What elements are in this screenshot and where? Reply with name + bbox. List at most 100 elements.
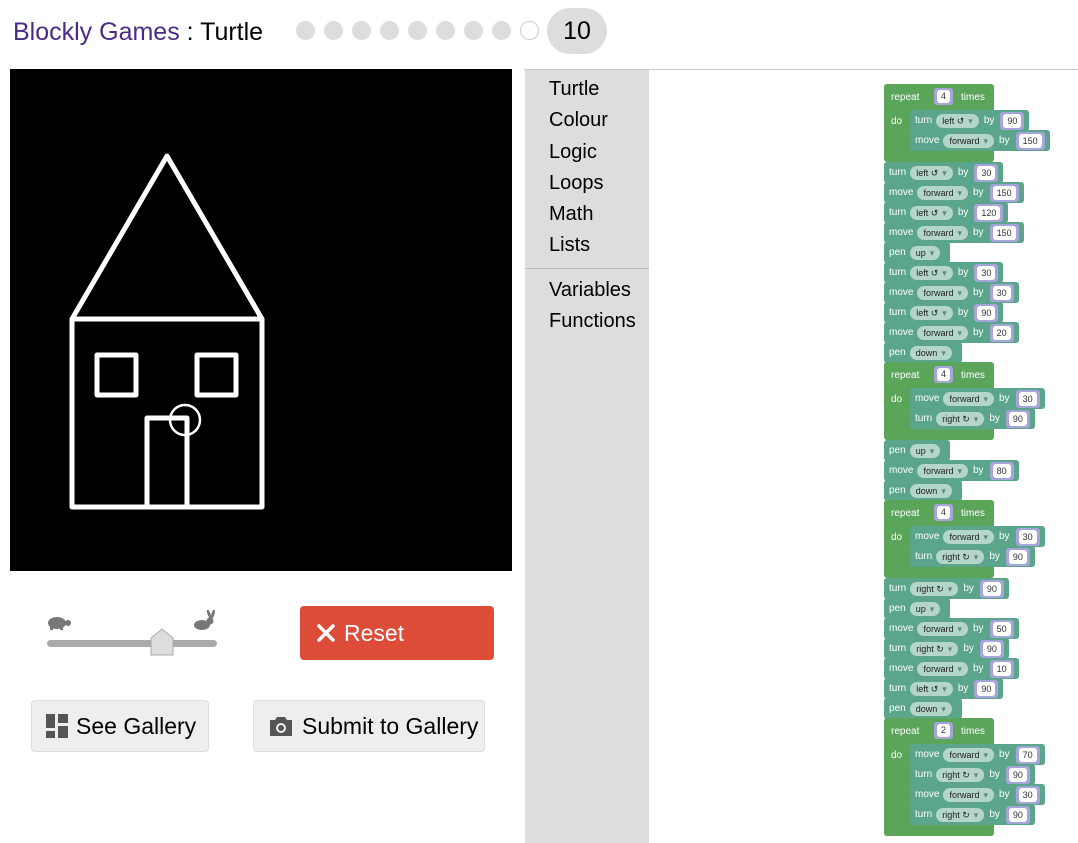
level-dot[interactable] xyxy=(296,21,315,40)
repeat-count-input[interactable]: 4 xyxy=(934,504,954,521)
number-input[interactable]: 120 xyxy=(974,203,1004,222)
toolbox-category-math[interactable]: Math xyxy=(549,203,593,226)
move-block[interactable]: move forward ▾ by 150 xyxy=(884,182,1024,203)
turn-block[interactable]: turn right ↻ ▾ by 90 xyxy=(910,804,1035,825)
level-dot[interactable] xyxy=(436,21,455,40)
number-input[interactable]: 70 xyxy=(1015,745,1040,764)
move-block[interactable]: move forward ▾ by 70 xyxy=(910,744,1045,765)
turn-block[interactable]: turn right ↻ ▾ by 90 xyxy=(910,546,1035,567)
direction-dropdown[interactable]: forward ▾ xyxy=(943,529,994,544)
direction-dropdown[interactable]: left ↺ ▾ xyxy=(936,113,979,128)
toolbox-category-variables[interactable]: Variables xyxy=(549,279,631,302)
direction-dropdown[interactable]: left ↺ ▾ xyxy=(910,265,953,280)
direction-dropdown[interactable]: right ↻ ▾ xyxy=(910,581,959,596)
level-dot[interactable] xyxy=(380,21,399,40)
number-input[interactable]: 90 xyxy=(974,303,999,322)
pen-dropdown[interactable]: down ▾ xyxy=(909,483,952,498)
number-input[interactable]: 150 xyxy=(989,223,1019,242)
pen-block[interactable]: pen down ▾ xyxy=(884,480,962,501)
number-input[interactable]: 10 xyxy=(989,659,1014,678)
number-input[interactable]: 30 xyxy=(1015,389,1040,408)
toolbox-category-functions[interactable]: Functions xyxy=(549,310,636,333)
turn-block[interactable]: turn left ↺ ▾ by 30 xyxy=(884,162,1004,183)
direction-dropdown[interactable]: right ↻ ▾ xyxy=(936,549,985,564)
slider-track[interactable] xyxy=(47,640,217,647)
direction-dropdown[interactable]: left ↺ ▾ xyxy=(910,165,953,180)
turn-block[interactable]: turn left ↺ ▾ by 90 xyxy=(910,110,1030,131)
brand-link[interactable]: Blockly Games xyxy=(13,18,180,46)
number-input[interactable]: 90 xyxy=(1005,765,1030,784)
toolbox-category-logic[interactable]: Logic xyxy=(549,141,597,164)
pen-dropdown[interactable]: up ▾ xyxy=(909,443,941,458)
number-input[interactable]: 90 xyxy=(1005,805,1030,824)
move-block[interactable]: move forward ▾ by 150 xyxy=(910,130,1050,151)
number-input[interactable]: 150 xyxy=(1015,131,1045,150)
level-dot[interactable] xyxy=(492,21,511,40)
number-input[interactable]: 90 xyxy=(1005,409,1030,428)
direction-dropdown[interactable]: forward ▾ xyxy=(917,225,968,240)
repeat-count-input[interactable]: 2 xyxy=(934,722,954,739)
turn-block[interactable]: turn right ↻ ▾ by 90 xyxy=(884,638,1009,659)
direction-dropdown[interactable]: left ↺ ▾ xyxy=(910,205,953,220)
submit-gallery-button[interactable]: Submit to Gallery xyxy=(253,700,485,752)
move-block[interactable]: move forward ▾ by 30 xyxy=(910,784,1045,805)
direction-dropdown[interactable]: right ↻ ▾ xyxy=(936,411,985,426)
turn-block[interactable]: turn left ↺ ▾ by 90 xyxy=(884,678,1004,699)
pen-dropdown[interactable]: down ▾ xyxy=(909,701,952,716)
number-input[interactable]: 30 xyxy=(974,163,999,182)
pen-dropdown[interactable]: down ▾ xyxy=(909,345,952,360)
direction-dropdown[interactable]: right ↻ ▾ xyxy=(910,641,959,656)
direction-dropdown[interactable]: forward ▾ xyxy=(943,787,994,802)
move-block[interactable]: move forward ▾ by 150 xyxy=(884,222,1024,243)
turn-block[interactable]: turn right ↻ ▾ by 90 xyxy=(910,408,1035,429)
direction-dropdown[interactable]: forward ▾ xyxy=(943,391,994,406)
slider-handle[interactable] xyxy=(150,628,174,656)
reset-button[interactable]: Reset xyxy=(300,606,494,660)
pen-block[interactable]: pen up ▾ xyxy=(884,440,951,461)
level-dot[interactable] xyxy=(464,21,483,40)
number-input[interactable]: 90 xyxy=(1005,547,1030,566)
direction-dropdown[interactable]: forward ▾ xyxy=(943,133,994,148)
pen-dropdown[interactable]: up ▾ xyxy=(909,245,941,260)
level-dot[interactable] xyxy=(324,21,343,40)
direction-dropdown[interactable]: forward ▾ xyxy=(917,185,968,200)
number-input[interactable]: 80 xyxy=(989,461,1014,480)
direction-dropdown[interactable]: left ↺ ▾ xyxy=(910,681,953,696)
number-input[interactable]: 30 xyxy=(974,263,999,282)
turn-block[interactable]: turn left ↺ ▾ by 120 xyxy=(884,202,1009,223)
move-block[interactable]: move forward ▾ by 30 xyxy=(910,388,1045,409)
number-input[interactable]: 90 xyxy=(979,639,1004,658)
level-dot[interactable] xyxy=(352,21,371,40)
number-input[interactable]: 30 xyxy=(1015,527,1040,546)
number-input[interactable]: 30 xyxy=(1015,785,1040,804)
move-block[interactable]: move forward ▾ by 30 xyxy=(884,282,1019,303)
turn-block[interactable]: turn left ↺ ▾ by 30 xyxy=(884,262,1004,283)
number-input[interactable]: 20 xyxy=(989,323,1014,342)
direction-dropdown[interactable]: forward ▾ xyxy=(917,325,968,340)
repeat-count-input[interactable]: 4 xyxy=(934,88,954,105)
toolbox-category-colour[interactable]: Colour xyxy=(549,109,608,132)
toolbox-category-turtle[interactable]: Turtle xyxy=(549,78,599,101)
toolbox-category-loops[interactable]: Loops xyxy=(549,172,604,195)
pen-dropdown[interactable]: up ▾ xyxy=(909,601,941,616)
move-block[interactable]: move forward ▾ by 50 xyxy=(884,618,1019,639)
turn-block[interactable]: turn right ↻ ▾ by 90 xyxy=(884,578,1009,599)
repeat-count-input[interactable]: 4 xyxy=(934,366,954,383)
move-block[interactable]: move forward ▾ by 10 xyxy=(884,658,1019,679)
move-block[interactable]: move forward ▾ by 80 xyxy=(884,460,1019,481)
number-input[interactable]: 50 xyxy=(989,619,1014,638)
direction-dropdown[interactable]: forward ▾ xyxy=(917,621,968,636)
turn-block[interactable]: turn right ↻ ▾ by 90 xyxy=(910,764,1035,785)
number-input[interactable]: 90 xyxy=(1000,111,1025,130)
number-input[interactable]: 30 xyxy=(989,283,1014,302)
direction-dropdown[interactable]: forward ▾ xyxy=(917,463,968,478)
toolbox-category-lists[interactable]: Lists xyxy=(549,234,590,257)
direction-dropdown[interactable]: forward ▾ xyxy=(943,747,994,762)
pen-block[interactable]: pen down ▾ xyxy=(884,342,962,363)
number-input[interactable]: 150 xyxy=(989,183,1019,202)
number-input[interactable]: 90 xyxy=(974,679,999,698)
level-dot[interactable] xyxy=(408,21,427,40)
direction-dropdown[interactable]: right ↻ ▾ xyxy=(936,807,985,822)
speed-slider[interactable] xyxy=(40,608,222,658)
direction-dropdown[interactable]: forward ▾ xyxy=(917,661,968,676)
